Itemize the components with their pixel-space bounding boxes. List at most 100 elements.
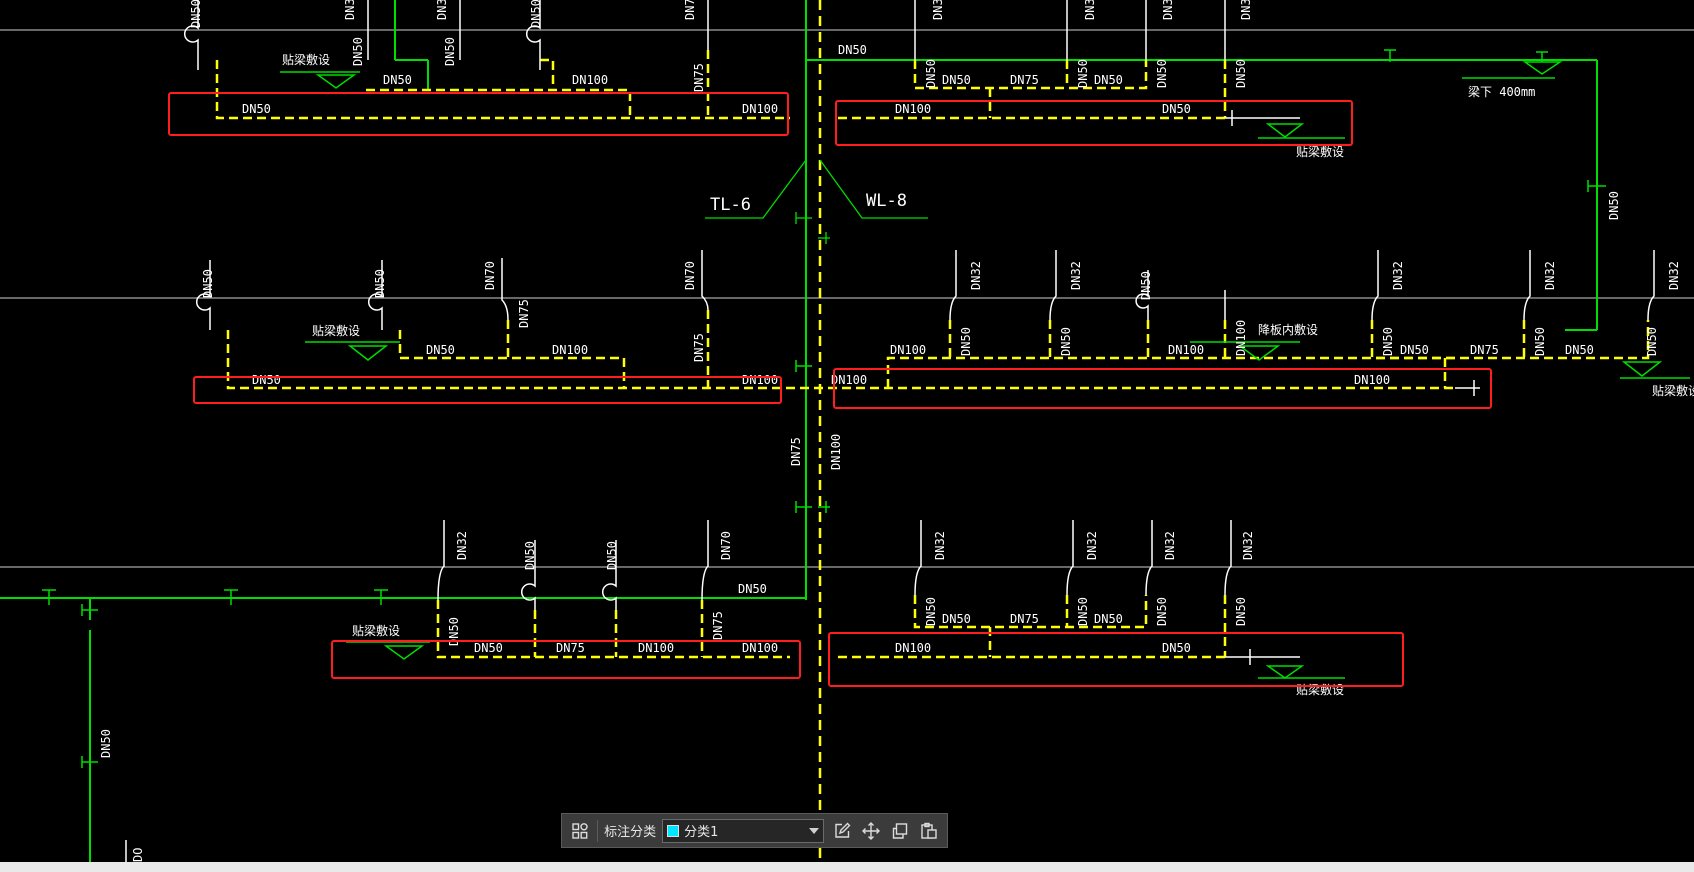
label-beam-embed: 贴梁敷设 — [1296, 144, 1344, 159]
label-slab-embed: 降板内敷设 — [1258, 322, 1318, 337]
label-dn32: DN32 — [933, 531, 947, 560]
label-dn50: DN50 — [443, 37, 457, 66]
edit-icon[interactable] — [830, 819, 853, 843]
label-dn50: DN50 — [523, 541, 537, 570]
label-dn30-cut: DN3 — [435, 0, 449, 20]
cad-drawing-canvas[interactable]: DN50 DN3 DN3 DN50 DN7 DN50 DN50 DN50 DN1… — [0, 0, 1694, 862]
label-dn50: DN50 — [99, 729, 113, 758]
label-dn75: DN75 — [556, 641, 585, 655]
label-dn50: DN50 — [1155, 59, 1169, 88]
label-beam-embed: 贴梁敷设 — [312, 323, 360, 338]
label-dn100: DN100 — [1234, 320, 1248, 356]
label-dn50: DN50 — [426, 343, 455, 357]
label-dn100: DN100 — [742, 373, 778, 387]
main-risers — [89, 0, 1598, 862]
copy-icon[interactable] — [889, 819, 912, 843]
label-dn50: DN50 — [242, 102, 271, 116]
label-dn75: DN75 — [517, 299, 531, 328]
label-dn32: DN32 — [1069, 261, 1083, 290]
label-dn75: DN75 — [789, 437, 803, 466]
category-select[interactable]: 分类1 — [662, 818, 825, 843]
floor-top-labels: DN50 DN3 DN3 DN50 DN7 DN50 DN50 DN50 DN1… — [189, 0, 1621, 220]
label-dn50: DN50 — [252, 373, 281, 387]
label-dn30-cut: DN3 — [343, 0, 357, 20]
label-dn32: DN32 — [1163, 531, 1177, 560]
toolbar-divider — [597, 819, 599, 842]
label-dn32: DN32 — [1543, 261, 1557, 290]
label-dn50: DN50 — [1381, 327, 1395, 356]
label-dn50: DN50 — [942, 612, 971, 626]
label-dn30-cut: DN3 — [931, 0, 945, 20]
label-wl8: WL-8 — [866, 191, 907, 211]
annotation-toolbar: 标注分类 分类1 — [561, 813, 948, 848]
label-dn30-cut: DN3 — [1083, 0, 1097, 20]
label-dn100: DN100 — [572, 73, 608, 87]
label-dn50: DN50 — [959, 327, 973, 356]
label-dn70: DN70 — [683, 261, 697, 290]
label-dn75: DN75 — [1470, 343, 1499, 357]
label-dn50: DN50 — [474, 641, 503, 655]
label-dn75: DN75 — [1010, 612, 1039, 626]
label-dn50: DN50 — [1533, 327, 1547, 356]
label-beam-embed: 贴梁敷设 — [1296, 682, 1344, 697]
label-dn50: DN50 — [1076, 59, 1090, 88]
label-dn50: DN50 — [1645, 327, 1659, 356]
label-dn50: DN50 — [1234, 59, 1248, 88]
category-value: 分类1 — [684, 825, 719, 840]
label-beam-embed: 贴梁敷设 — [282, 52, 330, 67]
label-dn50: DN50 — [201, 269, 215, 298]
label-dn100: DN100 — [552, 343, 588, 357]
label-dn32: DN32 — [1391, 261, 1405, 290]
floor-bottom-pipes — [0, 480, 1345, 862]
label-dn50: DN50 — [1076, 597, 1090, 626]
floor-middle-labels: DN50 DN50 DN70 DN75 DN70 DN75 贴梁敷设 DN50 … — [201, 261, 1694, 470]
label-dn100: DN100 — [638, 641, 674, 655]
label-dn50: DN50 — [189, 0, 203, 28]
label-dn50: DN50 — [383, 73, 412, 87]
label-dn50: DN50 — [1162, 102, 1191, 116]
label-dn100: DN100 — [829, 434, 843, 470]
label-dn75: DN75 — [692, 333, 706, 362]
label-dn50: DN50 — [1155, 597, 1169, 626]
label-dn30-cut: DN3 — [1239, 0, 1253, 20]
label-dn50: DN50 — [1094, 73, 1123, 87]
chevron-down-icon — [809, 827, 820, 834]
label-dn100: DN100 — [895, 641, 931, 655]
label-dn50: DN50 — [942, 73, 971, 87]
label-dn50: DN50 — [373, 269, 387, 298]
label-dn50: DN50 — [1139, 271, 1153, 300]
label-under-beam: 梁下 400mm — [1468, 84, 1535, 99]
label-dn50: DN50 — [924, 59, 938, 88]
label-dn100: DN100 — [742, 102, 778, 116]
label-dn50: DN50 — [1059, 327, 1073, 356]
label-dn75: DN75 — [692, 63, 706, 92]
label-dn30-cut: DN3 — [1161, 0, 1175, 20]
label-dn100: DN100 — [742, 641, 778, 655]
label-dn32: DN32 — [969, 261, 983, 290]
category-swatch — [667, 824, 680, 837]
label-dn50: DN50 — [351, 37, 365, 66]
label-dn100: DN100 — [890, 343, 926, 357]
label-dn100: DN100 — [1354, 373, 1390, 387]
label-dn75: DN75 — [1010, 73, 1039, 87]
label-dn32: DN32 — [455, 531, 469, 560]
label-dn50: DN50 — [1607, 191, 1621, 220]
label-beam-embed: 贴梁敷设 — [352, 623, 400, 638]
label-dn32: DN32 — [1085, 531, 1099, 560]
move-icon[interactable] — [860, 819, 883, 843]
label-dn100: DN100 — [895, 102, 931, 116]
label-dn75: DN75 — [711, 611, 725, 640]
label-dn70: DN70 — [719, 531, 733, 560]
label-tl6: TL-6 — [710, 195, 751, 215]
paste-icon[interactable] — [918, 819, 941, 843]
label-dn32: DN32 — [1667, 261, 1681, 290]
label-beam-embed: 贴梁敷设 — [1652, 383, 1694, 398]
label-dn100: DN100 — [831, 373, 867, 387]
label-dn50: DN50 — [1094, 612, 1123, 626]
label-dn50: DN50 — [924, 597, 938, 626]
label-dn50: DN50 — [1400, 343, 1429, 357]
label-dn50: DN50 — [1162, 641, 1191, 655]
grid-icon[interactable] — [568, 819, 591, 843]
label-dn50: DN50 — [1234, 597, 1248, 626]
annotation-frame[interactable] — [193, 376, 782, 404]
